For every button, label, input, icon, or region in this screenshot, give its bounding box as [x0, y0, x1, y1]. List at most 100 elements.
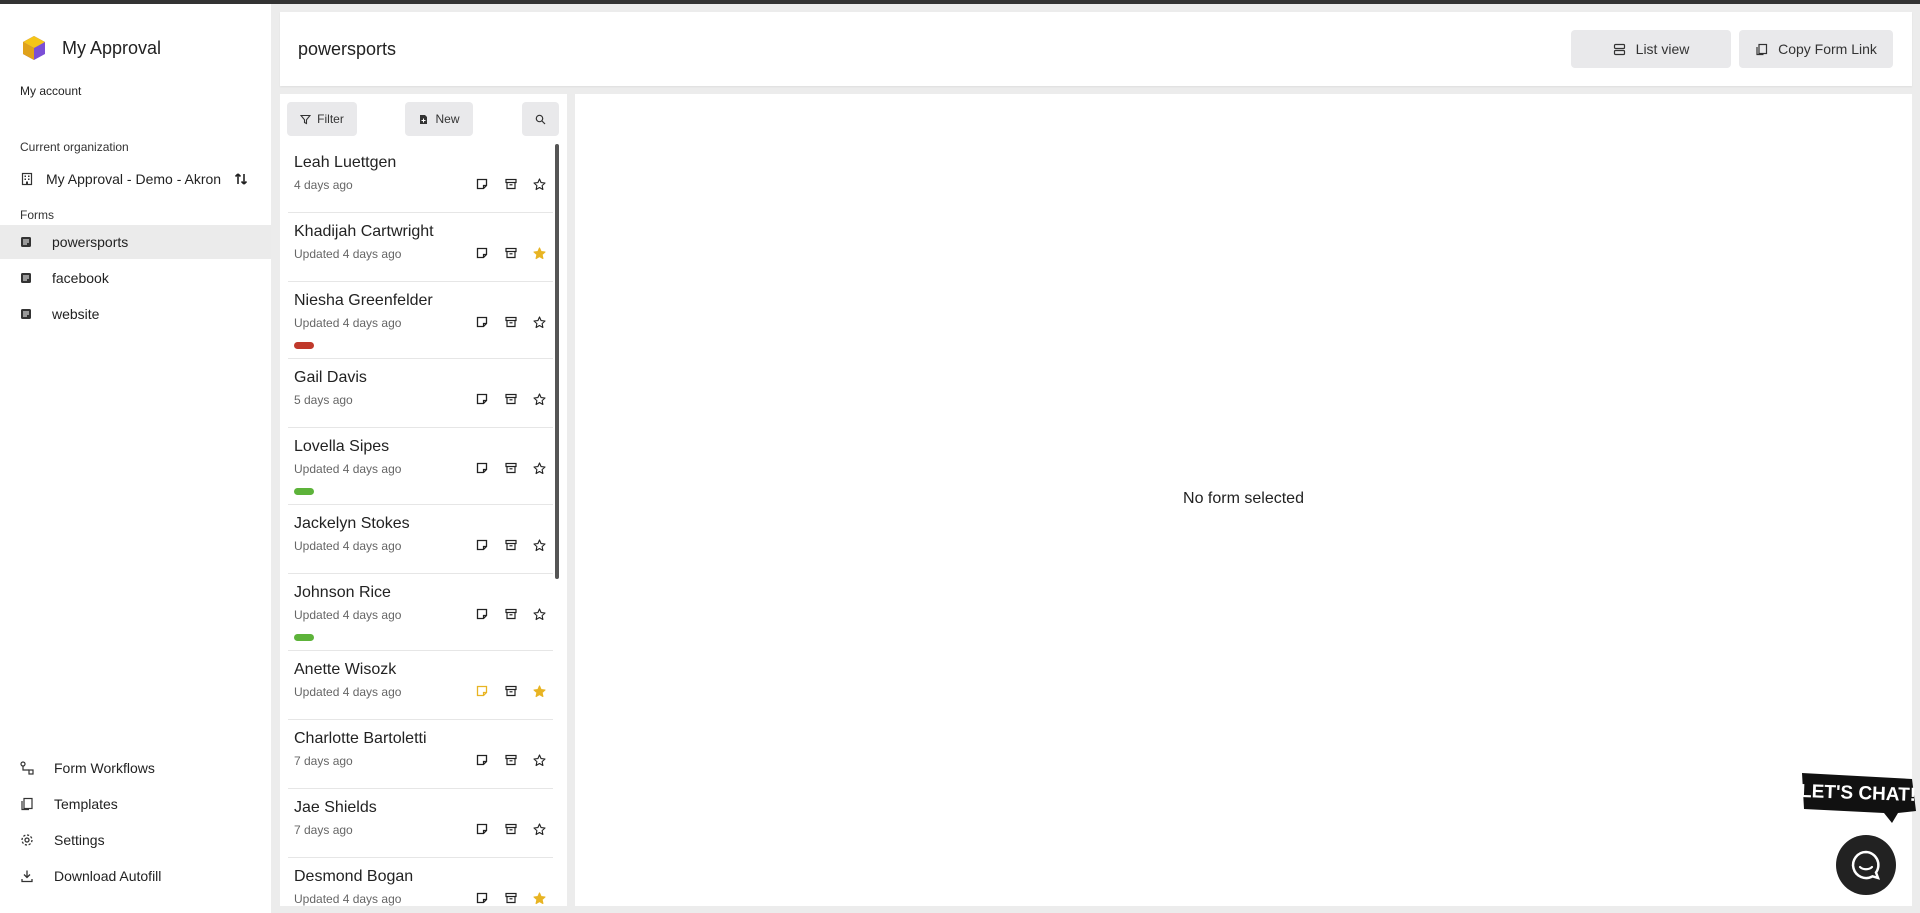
star-icon[interactable] [532, 891, 546, 905]
entry-name: Charlotte Bartoletti [294, 730, 427, 747]
sidebar-form-website[interactable]: website [0, 297, 271, 331]
entry-timestamp: Updated 4 days ago [294, 608, 402, 622]
star-icon[interactable] [532, 461, 546, 475]
entry-name: Niesha Greenfelder [294, 292, 433, 309]
page-header: powersports List view Copy Form Link [280, 12, 1912, 86]
star-icon[interactable] [532, 822, 546, 836]
note-icon[interactable] [475, 392, 489, 406]
forms-label: Forms [20, 208, 54, 222]
star-icon[interactable] [532, 684, 546, 698]
new-entry-button[interactable]: New [405, 102, 473, 136]
note-icon[interactable] [475, 315, 489, 329]
archive-icon[interactable] [504, 891, 518, 905]
entry-timestamp: Updated 4 days ago [294, 539, 402, 553]
entry-row[interactable]: Jackelyn Stokes Updated 4 days ago [288, 505, 553, 574]
form-doc-icon [21, 273, 31, 283]
entry-timestamp: Updated 4 days ago [294, 462, 402, 476]
sidebar-item-settings[interactable]: Settings [0, 825, 271, 855]
sidebar-item-label: Settings [54, 832, 105, 848]
entry-name: Khadijah Cartwright [294, 223, 434, 240]
sidebar-form-facebook[interactable]: facebook [0, 261, 271, 295]
sidebar-item-form-workflows[interactable]: Form Workflows [0, 753, 271, 783]
note-icon[interactable] [475, 461, 489, 475]
entry-label-tag [294, 488, 314, 495]
entry-timestamp: Updated 4 days ago [294, 247, 402, 261]
entry-timestamp: Updated 4 days ago [294, 685, 402, 699]
sidebar-item-label: Download Autofill [54, 868, 162, 884]
new-label: New [435, 112, 460, 126]
entry-label-tag [294, 634, 314, 641]
entries-panel: Filter New Leah Luettgen 4 days ago Khadij… [280, 94, 567, 906]
copy-form-link-button[interactable]: Copy Form Link [1739, 30, 1893, 68]
note-icon[interactable] [475, 246, 489, 260]
archive-icon[interactable] [504, 177, 518, 191]
entry-row[interactable]: Jae Shields 7 days ago [288, 789, 553, 858]
lets-chat-sign[interactable]: LET'S CHAT! [1800, 771, 1918, 825]
sidebar-form-powersports[interactable]: powersports [0, 225, 271, 259]
star-icon[interactable] [532, 753, 546, 767]
archive-icon[interactable] [504, 607, 518, 621]
chat-launcher-button[interactable] [1836, 835, 1896, 895]
note-icon[interactable] [475, 822, 489, 836]
archive-icon[interactable] [504, 753, 518, 767]
entry-row[interactable]: Desmond Bogan Updated 4 days ago [288, 858, 553, 906]
entries-scrollbar[interactable] [555, 144, 559, 579]
entry-timestamp: 4 days ago [294, 178, 353, 192]
archive-icon[interactable] [504, 822, 518, 836]
archive-icon[interactable] [504, 315, 518, 329]
detail-panel: No form selected [575, 94, 1912, 906]
star-icon[interactable] [532, 392, 546, 406]
sidebar-form-label: website [52, 306, 100, 322]
app-title: My Approval [62, 37, 162, 58]
search-icon [535, 114, 546, 124]
archive-icon[interactable] [504, 461, 518, 475]
my-account-link[interactable]: My account [20, 84, 81, 98]
entry-row[interactable]: Lovella Sipes Updated 4 days ago [288, 428, 553, 505]
entry-row[interactable]: Khadijah Cartwright Updated 4 days ago [288, 213, 553, 282]
archive-icon[interactable] [504, 538, 518, 552]
entry-name: Leah Luettgen [294, 154, 397, 171]
search-button[interactable] [522, 102, 559, 136]
entry-name: Jae Shields [294, 799, 377, 816]
entry-row[interactable]: Charlotte Bartoletti 7 days ago [288, 720, 553, 789]
star-icon[interactable] [532, 607, 546, 621]
entry-row[interactable]: Anette Wisozk Updated 4 days ago [288, 651, 553, 720]
note-icon[interactable] [475, 607, 489, 621]
entry-name: Gail Davis [294, 369, 367, 386]
entry-row[interactable]: Johnson Rice Updated 4 days ago [288, 574, 553, 651]
filter-button[interactable]: Filter [287, 102, 357, 136]
entry-timestamp: 7 days ago [294, 823, 353, 837]
swap-vertical-icon[interactable] [233, 171, 249, 187]
note-icon[interactable] [475, 538, 489, 552]
entry-row[interactable]: Niesha Greenfelder Updated 4 days ago [288, 282, 553, 359]
star-icon[interactable] [532, 177, 546, 191]
archive-icon[interactable] [504, 392, 518, 406]
archive-icon[interactable] [504, 246, 518, 260]
entry-timestamp: Updated 4 days ago [294, 892, 402, 906]
entry-timestamp: 5 days ago [294, 393, 353, 407]
entry-row[interactable]: Leah Luettgen 4 days ago [288, 144, 553, 213]
sidebar: My Approval My account Current organizat… [0, 4, 271, 913]
entry-name: Johnson Rice [294, 584, 391, 601]
note-icon[interactable] [475, 177, 489, 191]
list-view-icon [1613, 43, 1625, 55]
filter-label: Filter [317, 112, 344, 126]
star-icon[interactable] [532, 315, 546, 329]
archive-icon[interactable] [504, 684, 518, 698]
entry-timestamp: Updated 4 days ago [294, 316, 402, 330]
brand[interactable]: My Approval [20, 34, 161, 62]
entry-name: Jackelyn Stokes [294, 515, 410, 532]
sidebar-item-download-autofill[interactable]: Download Autofill [0, 861, 271, 891]
sidebar-item-templates[interactable]: Templates [0, 789, 271, 819]
star-icon[interactable] [532, 246, 546, 260]
org-switcher[interactable]: My Approval - Demo - Akron [20, 166, 260, 192]
star-icon[interactable] [532, 538, 546, 552]
filter-icon [300, 114, 312, 124]
note-icon[interactable] [475, 684, 489, 698]
download-icon [21, 870, 33, 883]
entry-name: Desmond Bogan [294, 868, 414, 885]
note-icon[interactable] [475, 891, 489, 905]
entry-row[interactable]: Gail Davis 5 days ago [288, 359, 553, 428]
note-icon[interactable] [475, 753, 489, 767]
list-view-button[interactable]: List view [1571, 30, 1731, 68]
